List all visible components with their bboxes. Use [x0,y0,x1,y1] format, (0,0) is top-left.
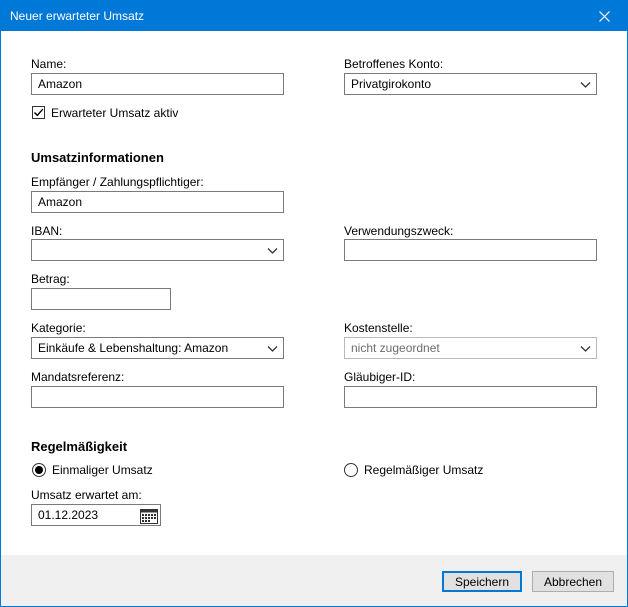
chevron-down-icon [267,346,278,352]
payee-label: Empfänger / Zahlungspflichtiger: [31,175,204,189]
costcenter-label: Kostenstelle: [344,321,413,335]
radio-recurring[interactable] [344,463,358,477]
save-button[interactable]: Speichern [442,571,522,592]
mandate-input[interactable] [31,386,284,408]
checkmark-icon [34,108,44,117]
amount-input[interactable] [31,288,171,310]
account-label: Betroffenes Konto: [344,57,444,71]
name-label: Name: [31,57,67,71]
section-heading-recurrence: Regelmäßigkeit [31,439,128,454]
chevron-down-icon [580,346,591,352]
iban-label: IBAN: [31,224,63,238]
active-checkbox[interactable] [32,106,45,119]
chevron-down-icon [580,82,591,88]
account-select-value: Privatgirokonto [351,77,432,91]
cancel-button[interactable]: Abbrechen [532,571,614,592]
category-select-value: Einkäufe & Lebenshaltung: Amazon [38,341,229,355]
costcenter-select-value: nicht zugeordnet [351,341,440,355]
close-icon [598,10,610,22]
section-heading-info: Umsatzinformationen [31,150,164,165]
dialog-footer: Speichern Abbrechen [1,555,627,606]
creditor-label: Gläubiger-ID: [344,370,416,384]
dialog-window: Neuer erwarteter Umsatz Name: Amazon Bet… [0,0,628,607]
name-input[interactable]: Amazon [31,73,284,95]
costcenter-select[interactable]: nicht zugeordnet [344,337,597,359]
close-button[interactable] [581,1,627,31]
radio-once-label[interactable]: Einmaliger Umsatz [52,463,153,477]
creditor-input[interactable] [344,386,597,408]
calendar-button[interactable] [138,506,160,526]
account-select[interactable]: Privatgirokonto [344,73,597,95]
chevron-down-icon [267,248,278,254]
category-label: Kategorie: [31,321,86,335]
amount-label: Betrag: [31,272,70,286]
name-input-value: Amazon [38,77,83,91]
mandate-label: Mandatsreferenz: [31,370,125,384]
window-title: Neuer erwarteter Umsatz [10,9,145,23]
payee-input[interactable]: Amazon [31,191,284,213]
active-checkbox-label[interactable]: Erwarteter Umsatz aktiv [51,106,178,120]
title-bar: Neuer erwarteter Umsatz [1,1,627,31]
purpose-label: Verwendungszweck: [344,224,454,238]
radio-recurring-label[interactable]: Regelmäßiger Umsatz [364,463,483,477]
payee-input-value: Amazon [38,195,83,209]
purpose-input[interactable] [344,239,597,261]
date-label: Umsatz erwartet am: [31,488,142,502]
category-select[interactable]: Einkäufe & Lebenshaltung: Amazon [31,337,284,359]
date-input-value: 01.12.2023 [38,508,99,522]
iban-combobox[interactable] [31,239,284,261]
radio-selected-dot [35,466,43,474]
radio-once[interactable] [32,463,46,477]
calendar-icon [140,508,158,524]
